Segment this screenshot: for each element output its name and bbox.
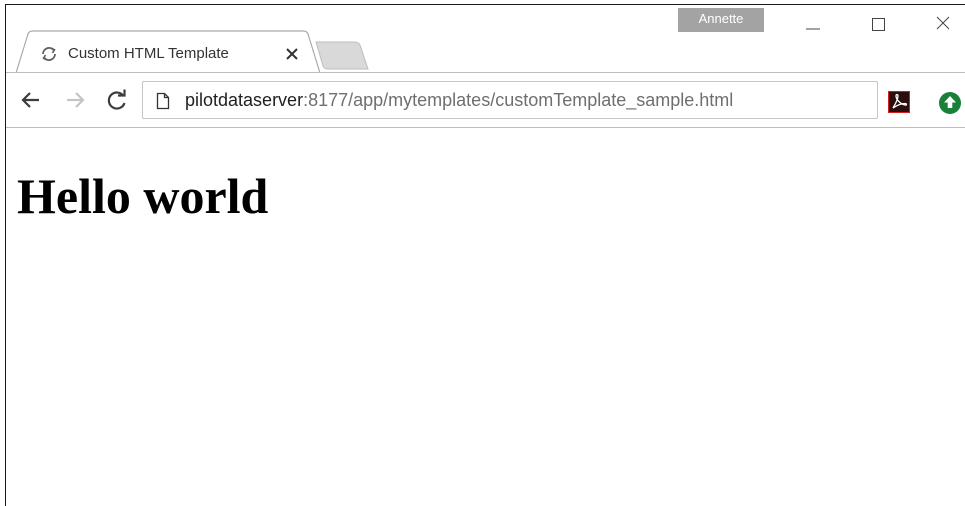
reload-button[interactable] bbox=[104, 87, 130, 113]
maximize-icon bbox=[872, 18, 885, 31]
window-close-button[interactable] bbox=[920, 5, 965, 41]
browser-toolbar: pilotdataserver:8177/app/mytemplates/cus… bbox=[6, 72, 965, 128]
maximize-button[interactable] bbox=[856, 5, 902, 41]
minimize-icon bbox=[806, 28, 820, 30]
forward-button[interactable] bbox=[62, 87, 88, 113]
url-host: pilotdataserver bbox=[185, 90, 304, 110]
url-path: :8177/app/mytemplates/customTemplate_sam… bbox=[303, 90, 734, 110]
tab-strip: Custom HTML Template Annette bbox=[6, 5, 965, 74]
close-icon bbox=[936, 16, 950, 30]
loading-spinner-icon bbox=[40, 45, 58, 63]
tab-title: Custom HTML Template bbox=[68, 45, 229, 62]
page-viewport: Hello world bbox=[6, 128, 965, 506]
profile-button[interactable]: Annette bbox=[678, 8, 764, 32]
minimize-button[interactable] bbox=[790, 5, 836, 41]
reload-icon bbox=[107, 89, 126, 110]
page-heading: Hello world bbox=[17, 168, 269, 224]
browser-window: Custom HTML Template Annette pilotdatase… bbox=[5, 4, 965, 506]
url-text: pilotdataserver:8177/app/mytemplates/cus… bbox=[185, 82, 733, 118]
adobe-acrobat-icon[interactable] bbox=[888, 91, 910, 113]
arrow-left-icon bbox=[21, 92, 39, 108]
arrow-right-icon bbox=[67, 92, 85, 108]
new-tab-button[interactable] bbox=[314, 41, 370, 71]
tab-close-icon[interactable] bbox=[282, 44, 302, 64]
back-button[interactable] bbox=[18, 87, 44, 113]
page-icon bbox=[155, 92, 171, 110]
tab-title-fade bbox=[248, 42, 278, 66]
address-bar[interactable]: pilotdataserver:8177/app/mytemplates/cus… bbox=[142, 81, 878, 119]
tab-custom-html-template[interactable]: Custom HTML Template bbox=[16, 30, 320, 74]
upload-icon[interactable] bbox=[938, 91, 962, 115]
